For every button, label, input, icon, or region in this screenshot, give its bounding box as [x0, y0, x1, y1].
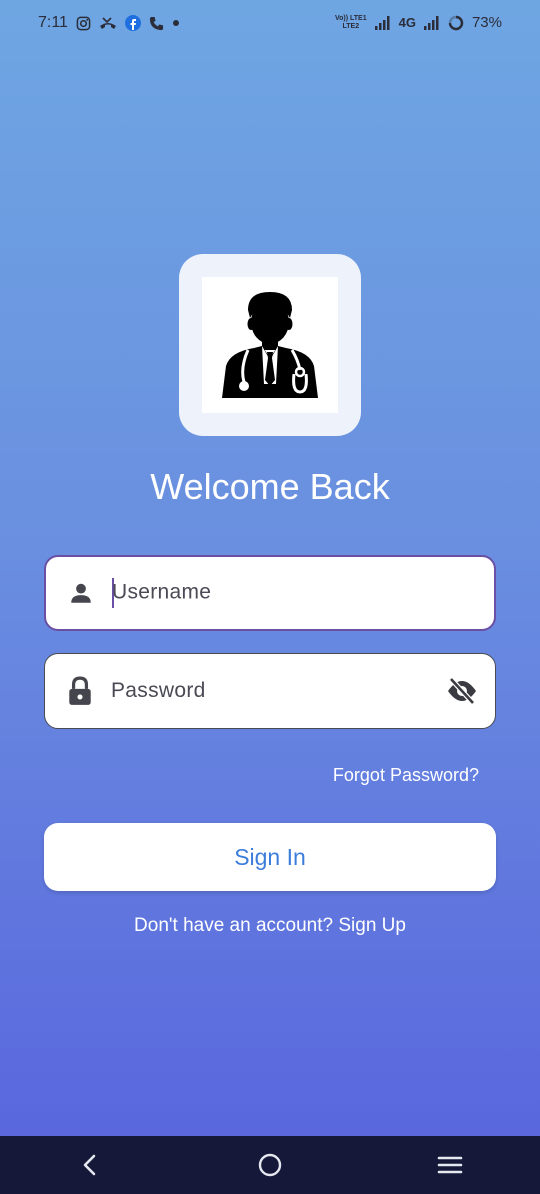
- status-right: Vo)) LTE1 LTE2 4G 73%: [335, 14, 502, 31]
- signal-2-icon: [423, 15, 440, 30]
- battery-percent: 73%: [471, 14, 502, 31]
- person-icon: [46, 580, 112, 606]
- phone-icon: [149, 16, 164, 31]
- app-logo: [179, 254, 361, 436]
- visibility-off-icon[interactable]: [429, 677, 495, 705]
- status-time: 7:11: [38, 14, 68, 31]
- back-icon[interactable]: [60, 1136, 120, 1194]
- dot-icon: [172, 19, 180, 27]
- status-left: 7:11: [38, 14, 180, 32]
- signal-icon: [374, 15, 391, 30]
- volte-icon: Vo)) LTE1 LTE2: [334, 14, 367, 30]
- home-icon[interactable]: [240, 1136, 300, 1194]
- network-type: 4G: [398, 15, 416, 30]
- password-input[interactable]: Password: [111, 679, 429, 703]
- logo-image: [202, 277, 338, 413]
- username-input[interactable]: Username: [112, 578, 494, 608]
- forgot-password-link[interactable]: Forgot Password?: [333, 765, 479, 786]
- status-bar: 7:11 Vo)) LTE1 LTE2 4G 73%: [0, 0, 540, 48]
- sign-up-link[interactable]: Don't have an account? Sign Up: [0, 915, 540, 937]
- welcome-title: Welcome Back: [150, 466, 390, 507]
- instagram-icon: [76, 16, 91, 31]
- lock-icon: [45, 676, 111, 706]
- password-field[interactable]: Password: [44, 653, 496, 729]
- missed-call-icon: [99, 16, 117, 31]
- username-field[interactable]: Username: [44, 555, 496, 631]
- battery-ring-icon: [448, 15, 464, 31]
- username-placeholder: Username: [112, 580, 212, 604]
- facebook-icon: [124, 15, 141, 31]
- system-nav-bar: [0, 1136, 540, 1194]
- sign-in-button[interactable]: Sign In: [44, 823, 496, 891]
- recents-icon[interactable]: [420, 1136, 480, 1194]
- doctor-icon: [222, 292, 318, 398]
